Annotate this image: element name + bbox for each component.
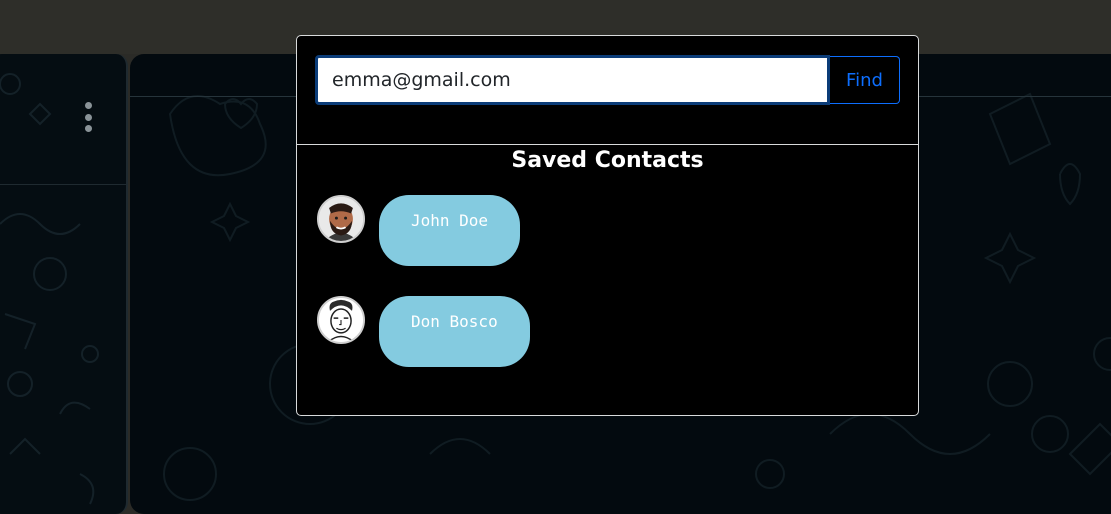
saved-contacts-title: Saved Contacts xyxy=(511,148,704,173)
sidebar-panel xyxy=(0,54,128,514)
modal-divider xyxy=(297,144,918,145)
contact-item: Don Bosco xyxy=(317,296,530,367)
contact-item: John Doe xyxy=(317,195,521,266)
find-contact-modal: Find Saved Contacts John Doe xyxy=(296,35,919,416)
man-sketch-avatar-icon[interactable] xyxy=(317,296,365,344)
find-button[interactable]: Find xyxy=(830,56,900,104)
sidebar-divider xyxy=(0,184,126,185)
contact-name-button[interactable]: Don Bosco xyxy=(379,296,530,367)
bearded-man-avatar-icon[interactable] xyxy=(317,195,365,243)
kebab-menu-icon[interactable] xyxy=(82,102,94,132)
search-row: Find xyxy=(315,55,901,105)
contact-name-button[interactable]: John Doe xyxy=(379,195,521,266)
chat-background-pattern xyxy=(0,73,99,505)
email-search-input[interactable] xyxy=(315,55,830,105)
